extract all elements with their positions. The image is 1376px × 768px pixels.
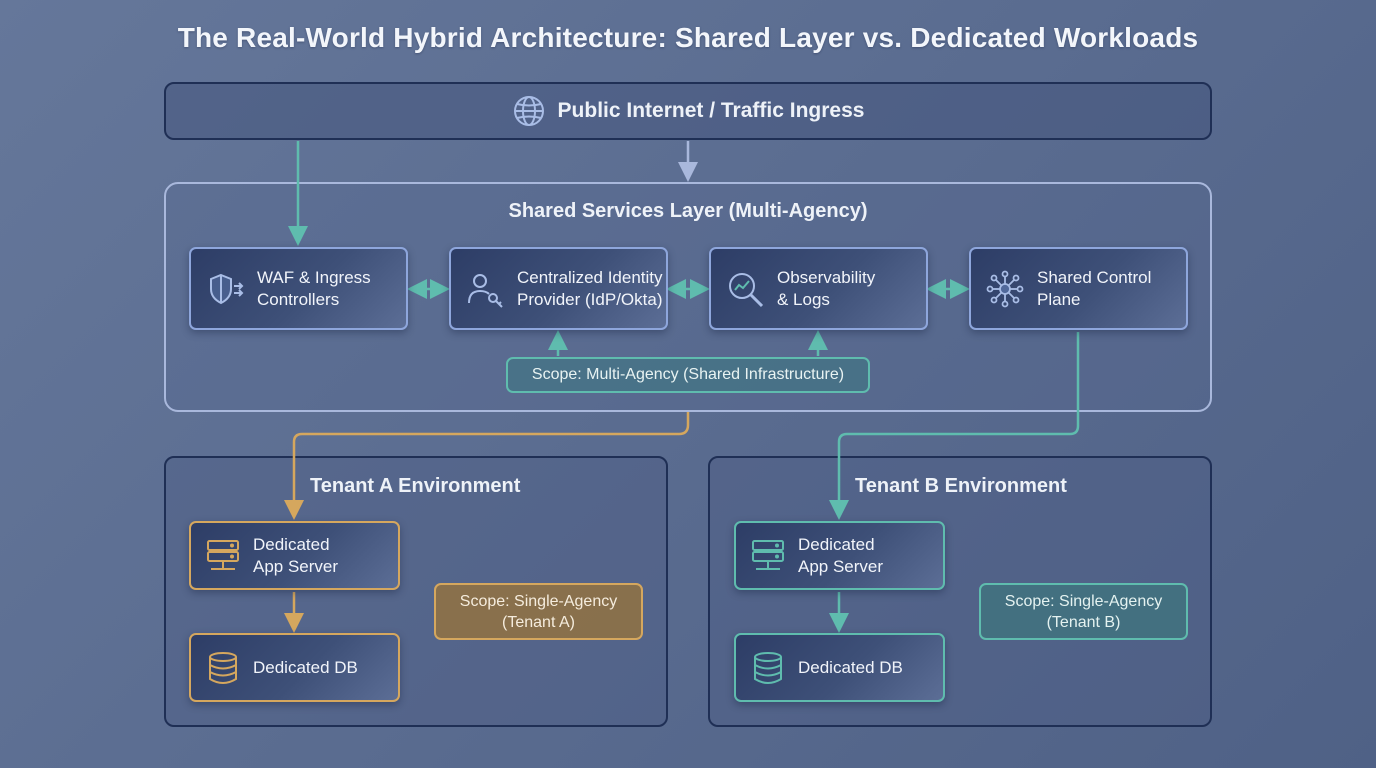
public-internet-bar: Public Internet / Traffic Ingress: [164, 82, 1212, 140]
network-hub-icon: [985, 269, 1025, 309]
db-label: Dedicated DB: [253, 657, 358, 677]
database-icon: [205, 650, 241, 686]
service-label: Observability & Logs: [777, 267, 876, 309]
service-observability-logs[interactable]: Observability & Logs: [709, 247, 928, 330]
tenant-a-db[interactable]: Dedicated DB: [189, 633, 400, 702]
scope-multi-agency-badge: Scope: Multi-Agency (Shared Infrastructu…: [506, 357, 870, 393]
diagram-title: The Real-World Hybrid Architecture: Shar…: [177, 22, 1199, 53]
shield-icon: [205, 269, 245, 309]
service-waf-ingress[interactable]: WAF & Ingress Controllers: [189, 247, 408, 330]
db-label: Dedicated DB: [798, 657, 903, 677]
service-label: Centralized Identity Provider (IdP/Okta): [517, 267, 663, 309]
user-key-icon: [465, 269, 505, 309]
globe-icon: [512, 94, 546, 128]
app-server-label: Dedicated App Server: [253, 534, 339, 576]
tenant-a-app-server[interactable]: Dedicated App Server: [189, 521, 400, 590]
server-icon: [750, 538, 786, 574]
app-server-label: Dedicated App Server: [798, 534, 884, 576]
server-icon: [205, 538, 241, 574]
service-label: Shared Control Plane: [1037, 267, 1152, 309]
tenant-b-title: Tenant B Environment: [855, 475, 1067, 497]
service-label: WAF & Ingress Controllers: [257, 267, 371, 309]
tenant-b-app-server[interactable]: Dedicated App Server: [734, 521, 945, 590]
database-icon: [750, 650, 786, 686]
service-shared-control-plane[interactable]: Shared Control Plane: [969, 247, 1188, 330]
public-internet-label: Public Internet / Traffic Ingress: [557, 99, 865, 122]
tenant-b-db[interactable]: Dedicated DB: [734, 633, 945, 702]
shared-services-layer-title: Shared Services Layer (Multi-Agency): [508, 200, 868, 222]
scope-tenant-b-badge: Scope: Single-Agency (Tenant B): [979, 583, 1188, 640]
tenant-a-title: Tenant A Environment: [310, 475, 521, 497]
scope-tenant-a-badge: Scope: Single-Agency (Tenant A): [434, 583, 643, 640]
magnifier-chart-icon: [725, 269, 765, 309]
service-identity-provider[interactable]: Centralized Identity Provider (IdP/Okta): [449, 247, 668, 330]
